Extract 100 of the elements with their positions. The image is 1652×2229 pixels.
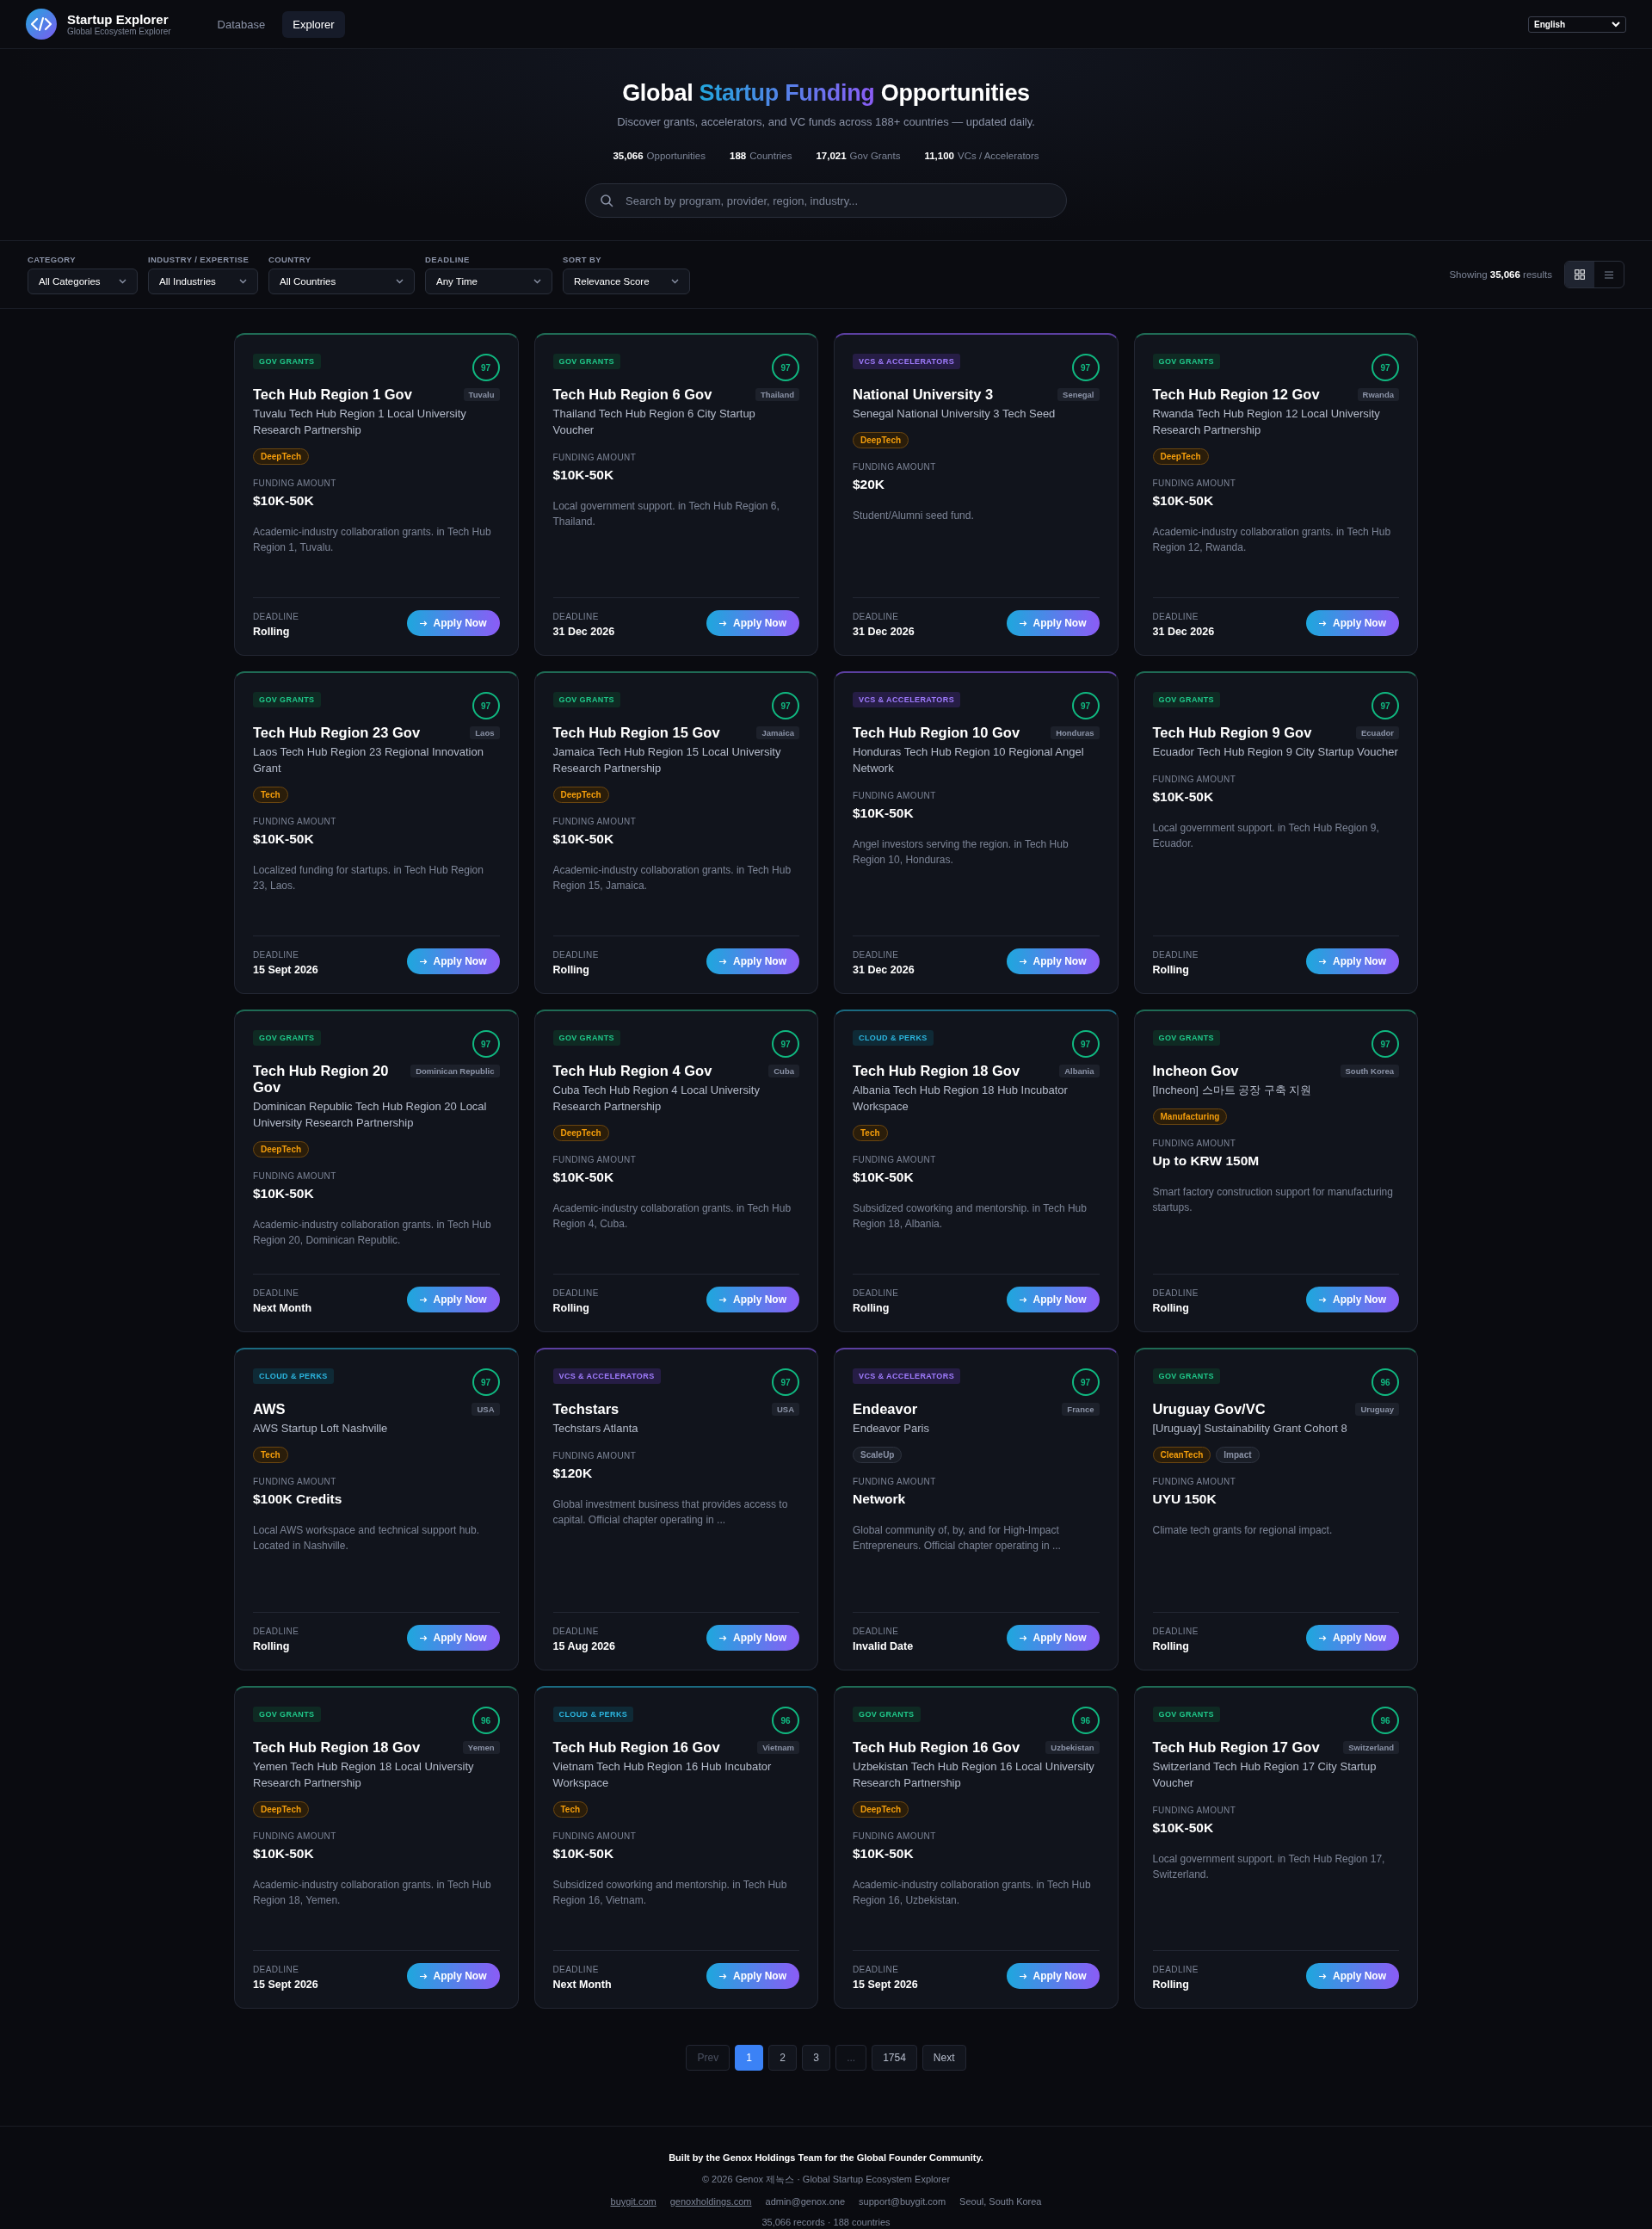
industry-tag: DeepTech bbox=[253, 1800, 310, 1818]
records-count: 35,066 records · 188 countries bbox=[761, 2217, 891, 2227]
funding-label: FUNDING AMOUNT bbox=[1152, 1476, 1237, 1486]
apply-button[interactable]: Apply Now bbox=[1006, 610, 1100, 636]
apply-button[interactable]: Apply Now bbox=[1306, 1287, 1399, 1312]
deadline-value: 15 Sept 2026 bbox=[253, 964, 318, 976]
apply-button[interactable]: Apply Now bbox=[706, 1287, 799, 1312]
filter-label: INDUSTRY / EXPERTISE bbox=[148, 255, 250, 264]
apply-button[interactable]: Apply Now bbox=[706, 610, 799, 636]
category-tag: CLOUD & PERKS bbox=[853, 1030, 934, 1046]
funding-label: FUNDING AMOUNT bbox=[1152, 1805, 1237, 1815]
nav-tab[interactable]: Explorer bbox=[282, 10, 345, 38]
card-description: Academic-industry collaboration grants. in Tech Hub Region 16, Uzbekistan. bbox=[853, 1877, 1092, 1909]
page-button[interactable]: 2 bbox=[768, 2045, 798, 2071]
program-name: Switzerland Tech Hub Region 17 City Startup Voucher bbox=[1152, 1758, 1378, 1791]
footer-link[interactable]: buygit.com bbox=[610, 2196, 656, 2207]
funding-amount: $10K-50K bbox=[853, 1845, 915, 1862]
card-description: Global investment business that provides access to capital. Official chapter operating in ... bbox=[552, 1497, 789, 1528]
apply-button[interactable]: Apply Now bbox=[706, 1963, 799, 1989]
search-field[interactable]: Search by program, provider, region, industry... bbox=[585, 183, 1067, 218]
stat-label: Opportunities bbox=[646, 151, 706, 161]
apply-button[interactable]: Apply Now bbox=[406, 1625, 500, 1651]
filter-dropdown[interactable]: Any Time bbox=[425, 269, 552, 294]
card-description: Academic-industry collaboration grants. in Tech Hub Region 15, Jamaica. bbox=[552, 862, 792, 894]
apply-button[interactable]: Apply Now bbox=[406, 1963, 500, 1989]
program-name: Dominican Republic Tech Hub Region 20 Local University Research Partnership bbox=[253, 1098, 488, 1131]
apply-button[interactable]: Apply Now bbox=[1306, 610, 1399, 636]
arrow-right-icon bbox=[1319, 1296, 1327, 1303]
country-tag: Senegal bbox=[1057, 388, 1100, 401]
funding-label: FUNDING AMOUNT bbox=[1152, 478, 1237, 488]
arrow-right-icon bbox=[719, 620, 727, 627]
program-name: Yemen Tech Hub Region 18 Local University Research Partnership bbox=[253, 1758, 475, 1791]
grid-view-button[interactable] bbox=[1565, 262, 1594, 287]
card-title: Tech Hub Region 1 Gov bbox=[253, 386, 412, 403]
page-button[interactable]: 1754 bbox=[872, 2045, 917, 2071]
card-description: Academic-industry collaboration grants. in Tech Hub Region 20, Dominican Republic. bbox=[253, 1217, 492, 1249]
funding-amount: Up to KRW 150M bbox=[1152, 1152, 1261, 1169]
deadline-label: DEADLINE bbox=[853, 612, 900, 621]
country-tag: Uzbekistan bbox=[1045, 1741, 1100, 1754]
filter-dropdown[interactable]: All Industries bbox=[148, 269, 258, 294]
chevron-down-icon bbox=[119, 279, 126, 284]
deadline-label: DEADLINE bbox=[1152, 950, 1199, 960]
apply-button[interactable]: Apply Now bbox=[1306, 1963, 1399, 1989]
deadline-label: DEADLINE bbox=[853, 1288, 899, 1298]
deadline-label: DEADLINE bbox=[253, 950, 300, 960]
funding-amount: $10K-50K bbox=[253, 492, 315, 509]
footer-link[interactable]: genoxholdings.com bbox=[669, 2196, 752, 2207]
apply-button[interactable]: Apply Now bbox=[406, 1287, 500, 1312]
apply-button[interactable]: Apply Now bbox=[706, 1625, 799, 1651]
arrow-right-icon bbox=[719, 1634, 727, 1641]
page-button[interactable]: Next bbox=[922, 2045, 966, 2071]
contact-text: Seoul, South Korea bbox=[959, 2196, 1042, 2207]
category-tag: GOV GRANTS bbox=[853, 1707, 921, 1722]
page-subtitle: Discover grants, accelerators, and VC funds across 188+ countries — updated daily. bbox=[617, 115, 1035, 128]
apply-button[interactable]: Apply Now bbox=[1006, 948, 1100, 974]
card-title: Tech Hub Region 20 Gov bbox=[253, 1063, 390, 1096]
funding-amount: $20K bbox=[853, 476, 886, 492]
program-name: Uzbekistan Tech Hub Region 16 Local University Research Partnership bbox=[853, 1758, 1095, 1791]
page-button[interactable]: 3 bbox=[802, 2045, 831, 2071]
apply-button[interactable]: Apply Now bbox=[1006, 1625, 1100, 1651]
deadline-label: DEADLINE bbox=[853, 1627, 900, 1636]
funding-amount: $10K-50K bbox=[1152, 492, 1215, 509]
deadline-value: Rolling bbox=[552, 964, 590, 976]
funding-label: FUNDING AMOUNT bbox=[552, 1450, 638, 1460]
stat-value: 17,021 bbox=[816, 151, 847, 161]
apply-button[interactable]: Apply Now bbox=[1006, 1287, 1100, 1312]
country-tag: USA bbox=[771, 1403, 799, 1416]
filter-dropdown[interactable]: All Categories bbox=[28, 269, 138, 294]
category-tag: GOV GRANTS bbox=[1152, 1368, 1220, 1384]
funding-amount: $10K-50K bbox=[552, 1845, 615, 1862]
score-badge: 97 bbox=[1372, 354, 1399, 381]
search-icon bbox=[600, 194, 613, 207]
apply-button[interactable]: Apply Now bbox=[1306, 1625, 1399, 1651]
industry-tag: ScaleUp bbox=[853, 1446, 903, 1463]
country-tag: Ecuador bbox=[1356, 726, 1399, 739]
category-tag: GOV GRANTS bbox=[552, 1030, 620, 1046]
nav-tab[interactable]: Database bbox=[206, 10, 276, 38]
deadline-value: Invalid Date bbox=[853, 1640, 914, 1652]
program-name: Ecuador Tech Hub Region 9 City Startup Voucher bbox=[1152, 744, 1399, 760]
industry-tag: DeepTech bbox=[853, 1800, 909, 1818]
filter-dropdown[interactable]: All Countries bbox=[268, 269, 415, 294]
deadline-value: 15 Sept 2026 bbox=[253, 1979, 318, 1991]
score-badge: 97 bbox=[472, 354, 500, 381]
deadline-label: DEADLINE bbox=[253, 1627, 299, 1636]
arrow-right-icon bbox=[1319, 958, 1327, 965]
apply-button[interactable]: Apply Now bbox=[406, 610, 500, 636]
card-title: Incheon Gov bbox=[1152, 1063, 1239, 1079]
apply-button[interactable]: Apply Now bbox=[406, 948, 500, 974]
arrow-right-icon bbox=[1319, 620, 1327, 627]
funding-amount: Network bbox=[853, 1491, 907, 1507]
filter-dropdown[interactable]: Relevance Score bbox=[563, 269, 690, 294]
deadline-value: Next Month bbox=[552, 1979, 612, 1991]
program-name: Senegal National University 3 Tech Seed bbox=[853, 405, 1057, 422]
industry-tag: Impact bbox=[1216, 1446, 1260, 1463]
page-button[interactable]: 1 bbox=[735, 2045, 764, 2071]
language-select[interactable]: English bbox=[1528, 15, 1626, 33]
category-tag: VCS & ACCELERATORS bbox=[552, 1368, 661, 1384]
apply-button[interactable]: Apply Now bbox=[1006, 1963, 1100, 1989]
apply-button[interactable]: Apply Now bbox=[1306, 948, 1399, 974]
apply-button[interactable]: Apply Now bbox=[706, 948, 799, 974]
